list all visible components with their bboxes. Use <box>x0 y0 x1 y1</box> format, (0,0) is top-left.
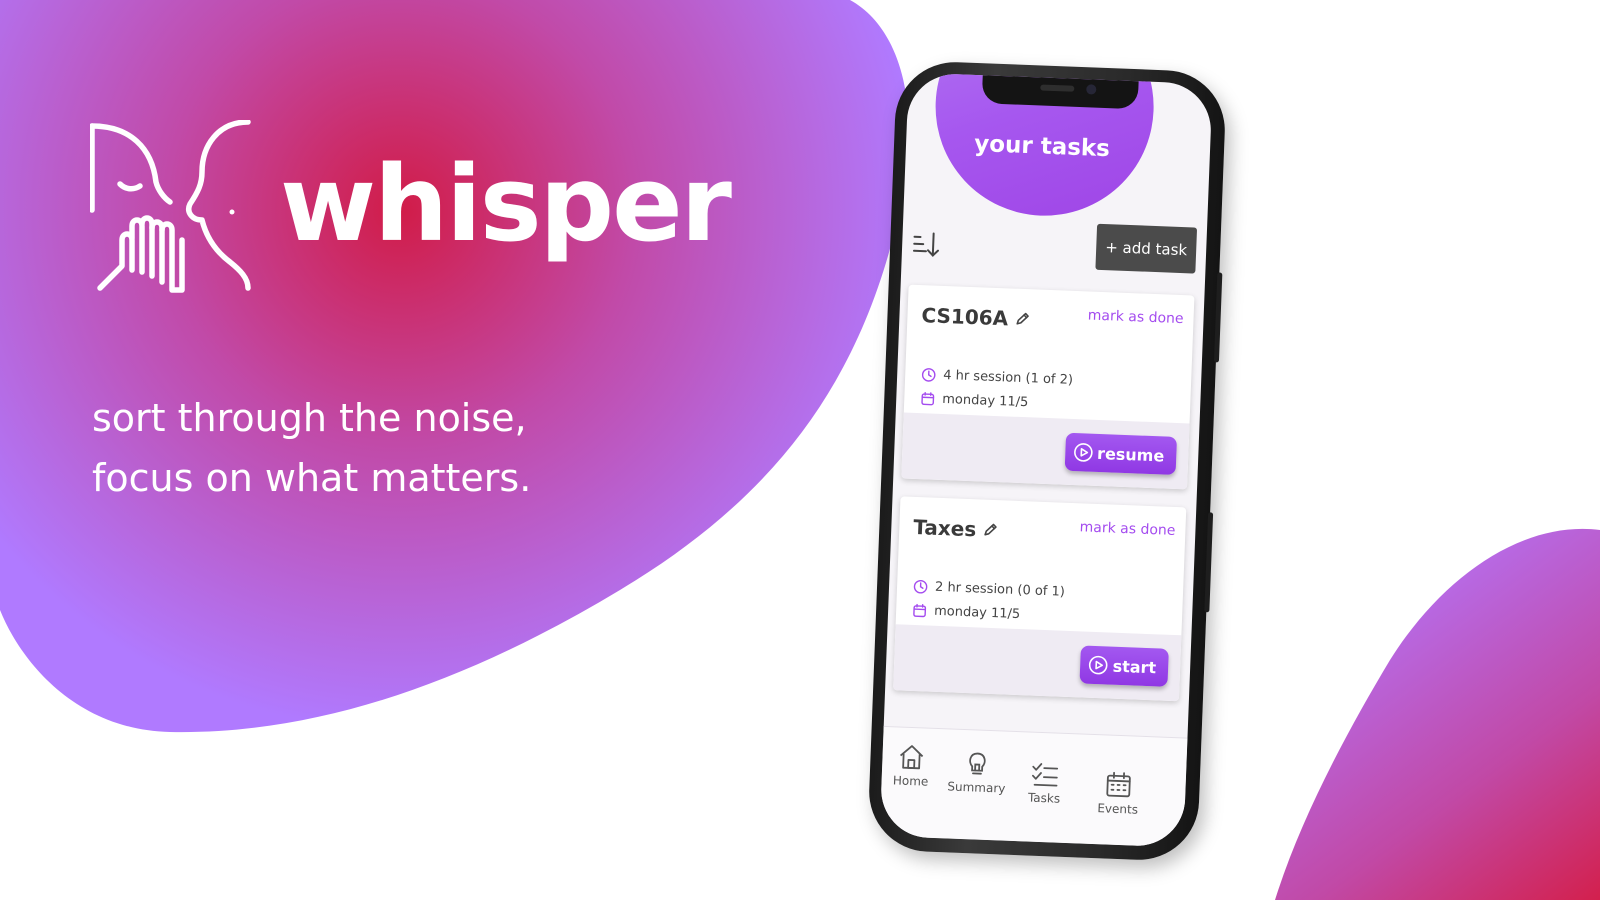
play-circle-icon <box>1089 655 1108 675</box>
home-icon <box>900 745 924 770</box>
play-circle-icon <box>1073 443 1093 462</box>
main-gradient-blob <box>0 0 909 733</box>
calendar-icon <box>921 391 935 406</box>
tab-tasks-label: Tasks <box>1027 790 1061 806</box>
session-text: 2 hr session (0 of 1) <box>934 579 1066 600</box>
lightbulb-icon <box>969 752 986 775</box>
tab-tasks[interactable]: Tasks <box>1009 758 1081 807</box>
task-title: Taxes <box>912 514 977 542</box>
calendar-icon <box>1106 771 1131 798</box>
tab-home[interactable]: Home <box>879 741 947 790</box>
tab-summary[interactable]: Summary <box>941 747 1013 796</box>
tagline-line-1: sort through the noise, <box>92 396 527 440</box>
resume-label: resume <box>1096 443 1165 465</box>
task-card-footer: resume <box>901 412 1190 490</box>
start-button[interactable]: start <box>1079 645 1169 687</box>
bottom-tab-bar: Home Summary Tasks Events <box>879 725 1188 848</box>
task-title-row: Taxes <box>913 515 999 542</box>
task-card-footer: start <box>893 624 1182 702</box>
date-text: monday 11/5 <box>933 603 1021 623</box>
tab-events-label: Events <box>1097 801 1139 817</box>
calendar-icon <box>913 603 927 618</box>
tagline: sort through the noise, focus on what ma… <box>92 388 531 508</box>
session-text: 4 hr session (1 of 2) <box>942 367 1074 388</box>
mark-as-done-link[interactable]: mark as done <box>1079 519 1175 539</box>
notch-speaker <box>1040 84 1075 92</box>
task-session: 2 hr session (0 of 1) <box>913 579 1065 600</box>
task-card: CS106A mark as done 4 hr session (1 of 2… <box>901 284 1195 490</box>
clock-icon <box>913 579 928 594</box>
task-session: 4 hr session (1 of 2) <box>921 367 1073 388</box>
corner-gradient-blob <box>1275 528 1600 900</box>
brand-lockup: whisper <box>90 120 732 296</box>
clock-icon <box>921 368 936 382</box>
mark-as-done-link[interactable]: mark as done <box>1088 307 1184 327</box>
whisper-face-hand-icon <box>90 120 251 293</box>
checklist-icon <box>1032 763 1059 787</box>
tab-home-label: Home <box>892 773 929 789</box>
task-title: CS106A <box>921 303 1009 331</box>
add-task-button[interactable]: + add task <box>1095 223 1198 274</box>
brand-name: whisper <box>280 143 732 265</box>
task-card: Taxes mark as done 2 hr session (0 of 1)… <box>893 496 1187 702</box>
task-date: monday 11/5 <box>920 391 1029 410</box>
tab-summary-label: Summary <box>947 779 1006 796</box>
pencil-icon[interactable] <box>982 522 999 539</box>
start-label: start <box>1112 656 1157 677</box>
sort-descending-icon[interactable] <box>912 231 941 260</box>
notch-camera <box>1086 84 1097 95</box>
task-date: monday 11/5 <box>912 603 1021 623</box>
tab-events[interactable]: Events <box>1082 769 1154 818</box>
date-text: monday 11/5 <box>941 391 1029 411</box>
resume-button[interactable]: resume <box>1064 432 1178 475</box>
phone-screen: your tasks + add task CS106A mark as don… <box>879 72 1213 848</box>
phone-mockup: your tasks + add task CS106A mark as don… <box>866 59 1228 863</box>
pencil-icon[interactable] <box>1014 311 1031 328</box>
task-title-row: CS106A <box>921 303 1031 331</box>
tagline-line-2: focus on what matters. <box>92 456 532 500</box>
